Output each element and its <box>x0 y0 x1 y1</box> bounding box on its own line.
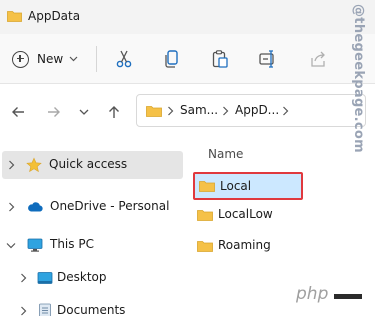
navigation-pane: Quick access OneDrive - Personal This PC… <box>0 140 185 316</box>
sidebar-item-label: OneDrive - Personal <box>50 199 170 213</box>
sidebar-item-documents[interactable]: Documents <box>0 297 185 316</box>
paste-icon[interactable] <box>210 49 230 69</box>
chevron-down-icon <box>69 56 78 62</box>
php-badge: php <box>296 284 364 306</box>
file-name: LocalLow <box>218 207 273 221</box>
watermark-text: @thegeekpage.com <box>351 4 366 153</box>
php-badge-text: php <box>296 284 329 304</box>
column-header-name[interactable]: Name <box>208 147 243 161</box>
chevron-right-icon[interactable] <box>222 106 229 116</box>
chevron-right-icon[interactable] <box>20 306 27 316</box>
sidebar-item-quick-access[interactable]: Quick access <box>2 151 183 179</box>
sidebar-item-label: This PC <box>50 237 94 251</box>
sidebar-item-label: Quick access <box>49 157 128 171</box>
back-arrow-icon[interactable] <box>10 104 26 120</box>
breadcrumb-segment[interactable]: Sam... <box>180 103 218 117</box>
breadcrumb-segment[interactable]: AppD... <box>235 103 279 117</box>
file-name: Local <box>220 179 252 193</box>
chevron-right-icon[interactable] <box>20 273 27 283</box>
file-name: Roaming <box>218 238 271 252</box>
list-item[interactable]: Local <box>193 172 303 200</box>
copy-icon[interactable] <box>162 49 182 69</box>
forward-arrow-icon[interactable] <box>46 104 62 120</box>
chevron-right-icon[interactable] <box>8 160 15 170</box>
title-bar: AppData <box>0 0 375 34</box>
folder-icon <box>197 210 213 221</box>
up-arrow-icon[interactable] <box>106 104 122 120</box>
chevron-down-icon[interactable] <box>78 106 90 118</box>
sidebar-item-this-pc[interactable]: This PC <box>0 231 185 259</box>
command-bar: New <box>0 34 375 84</box>
documents-icon <box>39 303 51 316</box>
folder-icon <box>197 241 213 252</box>
address-input[interactable]: Sam... AppD... <box>136 94 366 127</box>
sidebar-item-desktop[interactable]: Desktop <box>0 264 185 292</box>
php-badge-bar <box>334 294 362 299</box>
new-button[interactable]: New <box>12 47 78 71</box>
desktop-icon <box>37 272 53 284</box>
chevron-right-icon[interactable] <box>167 106 174 116</box>
list-item[interactable]: LocalLow <box>193 203 363 227</box>
window-title: AppData <box>28 9 81 23</box>
sidebar-item-label: Documents <box>57 303 126 316</box>
star-icon <box>26 157 42 173</box>
share-icon[interactable] <box>308 49 328 69</box>
folder-icon <box>199 181 215 192</box>
folder-icon <box>7 11 22 22</box>
rename-icon[interactable] <box>258 49 278 69</box>
folder-icon <box>146 106 162 117</box>
chevron-right-icon[interactable] <box>282 106 289 116</box>
list-item[interactable]: Roaming <box>193 234 363 258</box>
new-button-label: New <box>37 52 64 66</box>
chevron-down-icon[interactable] <box>6 242 16 249</box>
sidebar-item-label: Desktop <box>57 270 107 284</box>
cut-icon[interactable] <box>114 49 134 69</box>
chevron-right-icon[interactable] <box>8 202 15 212</box>
computer-icon <box>27 238 43 252</box>
watermark: @thegeekpage.com <box>350 4 370 274</box>
cloud-icon <box>28 202 43 212</box>
sidebar-item-onedrive[interactable]: OneDrive - Personal <box>0 193 185 221</box>
plus-icon <box>12 50 29 68</box>
toolbar-separator <box>96 46 97 72</box>
